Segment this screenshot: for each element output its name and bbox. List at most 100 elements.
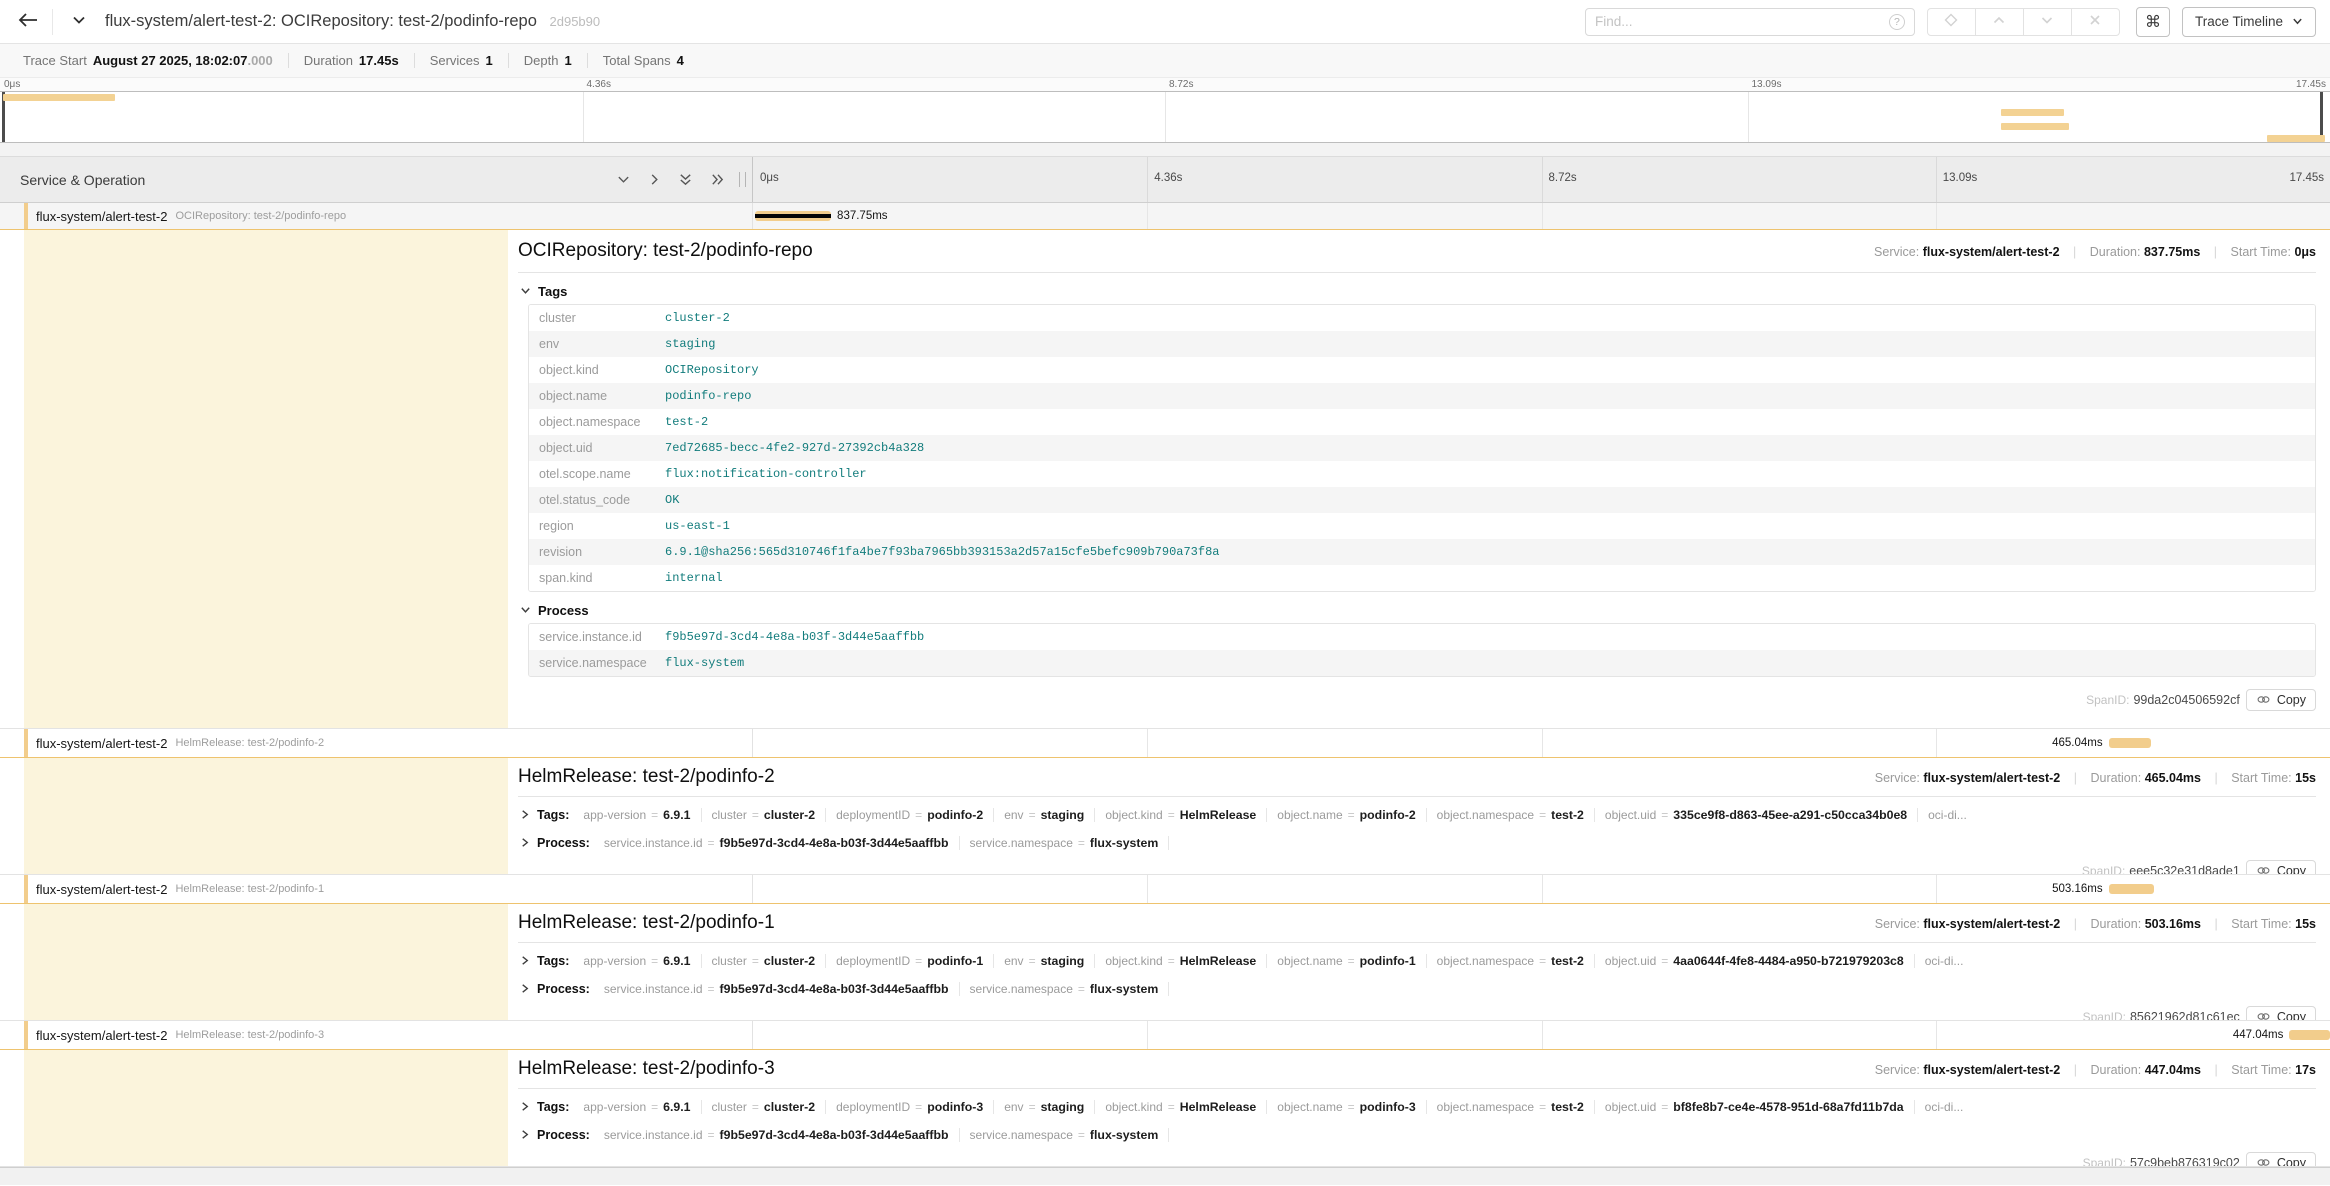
copy-span-id-button[interactable]: Copy bbox=[2246, 1006, 2316, 1021]
process-key: service.namespace bbox=[529, 656, 657, 670]
copy-span-id-button[interactable]: Copy bbox=[2246, 689, 2316, 711]
find-input[interactable] bbox=[1595, 14, 1889, 29]
chevron-down-icon bbox=[520, 284, 531, 299]
detail-accent-strip bbox=[24, 1050, 508, 1166]
tag-row: object.namespace test-2 bbox=[529, 409, 2315, 435]
tag-pill: object.uid=bf8fe8b7-ce4e-4578-951d-68a7f… bbox=[1595, 1100, 1915, 1114]
tags-section-label: Tags bbox=[538, 284, 567, 299]
detail-title[interactable]: OCIRepository: test-2/podinfo-repo bbox=[518, 240, 1874, 262]
span-timeline-cell[interactable]: 503.16ms bbox=[753, 875, 2330, 903]
process-pill: service.instance.id=f9b5e97d-3cd4-4e8a-b… bbox=[594, 1128, 960, 1142]
span-row[interactable]: flux-system/alert-test-2 HelmRelease: te… bbox=[0, 875, 2330, 903]
help-icon[interactable]: ? bbox=[1889, 14, 1905, 30]
span-timeline-cell[interactable]: 465.04ms bbox=[753, 729, 2330, 757]
tags-summary-line[interactable]: Tags: app-version=6.9.1 cluster=cluster-… bbox=[518, 1096, 2316, 1117]
span-row[interactable]: flux-system/alert-test-2 HelmRelease: te… bbox=[0, 1021, 2330, 1049]
span-id-value: 99da2c04506592cf bbox=[2133, 693, 2239, 707]
detail-header: HelmRelease: test-2/podinfo-2 Service: f… bbox=[518, 766, 2316, 797]
command-icon: ⌘ bbox=[2145, 14, 2161, 31]
ruler-tick: 8.72s bbox=[1549, 172, 1577, 184]
focus-match-button[interactable] bbox=[1927, 8, 1976, 36]
process-summary-line[interactable]: Process: service.instance.id=f9b5e97d-3c… bbox=[518, 832, 2316, 853]
tags-summary-line[interactable]: Tags: app-version=6.9.1 cluster=cluster-… bbox=[518, 804, 2316, 825]
ruler-gridline bbox=[1936, 157, 1937, 202]
copy-label: Copy bbox=[2277, 693, 2306, 707]
tags-section-toggle[interactable]: Tags bbox=[520, 284, 2316, 299]
prev-result-button[interactable] bbox=[1975, 8, 2024, 36]
summary-value: 4 bbox=[677, 53, 684, 68]
back-button[interactable] bbox=[14, 8, 42, 35]
header-toolbar: ? bbox=[1585, 7, 2316, 37]
span-timeline-cell[interactable]: 447.04ms bbox=[753, 1021, 2330, 1049]
collapse-all-icon[interactable] bbox=[678, 172, 693, 187]
process-summary-line[interactable]: Process: service.instance.id=f9b5e97d-3c… bbox=[518, 978, 2316, 999]
span-row[interactable]: flux-system/alert-test-2 HelmRelease: te… bbox=[0, 729, 2330, 757]
span-timeline-cell[interactable]: 837.75ms bbox=[753, 203, 2330, 229]
detail-title[interactable]: HelmRelease: test-2/podinfo-2 bbox=[518, 766, 1875, 788]
trace-page-header: flux-system/alert-test-2: OCIRepository:… bbox=[0, 0, 2330, 44]
tags-summary-line[interactable]: Tags: app-version=6.9.1 cluster=cluster-… bbox=[518, 950, 2316, 971]
summary-label: Depth bbox=[524, 53, 559, 68]
collapse-header-button[interactable] bbox=[67, 9, 91, 34]
span-bar[interactable] bbox=[2109, 738, 2151, 748]
start-time-value: 15s bbox=[2295, 917, 2316, 931]
tag-row: span.kind internal bbox=[529, 565, 2315, 591]
tag-pill: object.kind=HelmRelease bbox=[1095, 808, 1267, 822]
chevron-down-icon bbox=[520, 603, 531, 618]
tag-key: object.uid bbox=[529, 441, 657, 455]
next-result-button[interactable] bbox=[2023, 8, 2072, 36]
span-detail-panel: OCIRepository: test-2/podinfo-repo Servi… bbox=[0, 229, 2330, 729]
minimap-tick: 13.09s bbox=[1752, 79, 1782, 90]
copy-span-id-button[interactable]: Copy bbox=[2246, 860, 2316, 875]
span-name-cell[interactable]: flux-system/alert-test-2 HelmRelease: te… bbox=[0, 729, 753, 757]
process-pill: service.namespace=flux-system bbox=[960, 1128, 1170, 1142]
copy-span-id-button[interactable]: Copy bbox=[2246, 1152, 2316, 1167]
minimap-tick: 8.72s bbox=[1169, 79, 1193, 90]
truncated-tag: oci-di... bbox=[1915, 954, 1974, 968]
page-title: flux-system/alert-test-2: OCIRepository:… bbox=[105, 12, 600, 31]
start-time-label: Start Time: bbox=[2231, 1063, 2291, 1077]
tag-pill: env=staging bbox=[994, 954, 1095, 968]
span-duration-label: 465.04ms bbox=[2046, 737, 2109, 749]
expand-all-icon[interactable] bbox=[710, 172, 725, 187]
keyboard-shortcuts-button[interactable]: ⌘ bbox=[2136, 7, 2170, 37]
span-bar[interactable] bbox=[2289, 1030, 2329, 1040]
span-bar[interactable] bbox=[2109, 884, 2154, 894]
trace-view-selector[interactable]: Trace Timeline bbox=[2182, 7, 2316, 37]
timeline-gridline bbox=[1936, 1021, 1937, 1049]
tag-row: region us-east-1 bbox=[529, 513, 2315, 539]
span-bar[interactable] bbox=[755, 211, 831, 221]
find-box: ? bbox=[1585, 8, 1915, 36]
copy-label: Copy bbox=[2277, 864, 2306, 875]
tags-inline-label: Tags: bbox=[537, 808, 569, 822]
tag-row: object.uid 7ed72685-becc-4fe2-927d-27392… bbox=[529, 435, 2315, 461]
start-time-value: 17s bbox=[2295, 1063, 2316, 1077]
detail-title[interactable]: HelmRelease: test-2/podinfo-1 bbox=[518, 912, 1875, 934]
span-name-cell[interactable]: flux-system/alert-test-2 HelmRelease: te… bbox=[0, 875, 753, 903]
expand-one-icon[interactable] bbox=[648, 172, 661, 187]
process-summary-line[interactable]: Process: service.instance.id=f9b5e97d-3c… bbox=[518, 1124, 2316, 1145]
chevron-right-icon bbox=[520, 1129, 530, 1140]
minimap-gridline bbox=[583, 92, 584, 142]
tag-row: cluster cluster-2 bbox=[529, 305, 2315, 331]
tag-key: object.namespace bbox=[529, 415, 657, 429]
detail-header: HelmRelease: test-2/podinfo-3 Service: f… bbox=[518, 1058, 2316, 1089]
summary-label: Total Spans bbox=[603, 53, 671, 68]
collapse-one-icon[interactable] bbox=[616, 173, 631, 186]
minimap-canvas[interactable] bbox=[0, 91, 2330, 143]
tag-value: OK bbox=[657, 489, 687, 511]
span-name-cell[interactable]: flux-system/alert-test-2 OCIRepository: … bbox=[0, 203, 753, 229]
detail-title[interactable]: HelmRelease: test-2/podinfo-3 bbox=[518, 1058, 1875, 1080]
tag-pill: object.name=podinfo-2 bbox=[1267, 808, 1426, 822]
span-service-name: flux-system/alert-test-2 bbox=[36, 736, 167, 751]
detail-meta: Service: flux-system/alert-test-2 | Dura… bbox=[1875, 1063, 2316, 1077]
span-name-cell[interactable]: flux-system/alert-test-2 HelmRelease: te… bbox=[0, 1021, 753, 1049]
span-row[interactable]: flux-system/alert-test-2 OCIRepository: … bbox=[0, 203, 2330, 229]
timeline-gridline bbox=[1542, 203, 1543, 229]
ruler-tick: 0μs bbox=[760, 172, 779, 184]
process-value: f9b5e97d-3cd4-4e8a-b03f-3d44e5aaffbb bbox=[657, 626, 932, 648]
process-section-toggle[interactable]: Process bbox=[520, 603, 2316, 618]
column-resizer-grip[interactable] bbox=[739, 172, 746, 187]
clear-search-button[interactable] bbox=[2071, 8, 2120, 36]
tag-row: otel.status_code OK bbox=[529, 487, 2315, 513]
